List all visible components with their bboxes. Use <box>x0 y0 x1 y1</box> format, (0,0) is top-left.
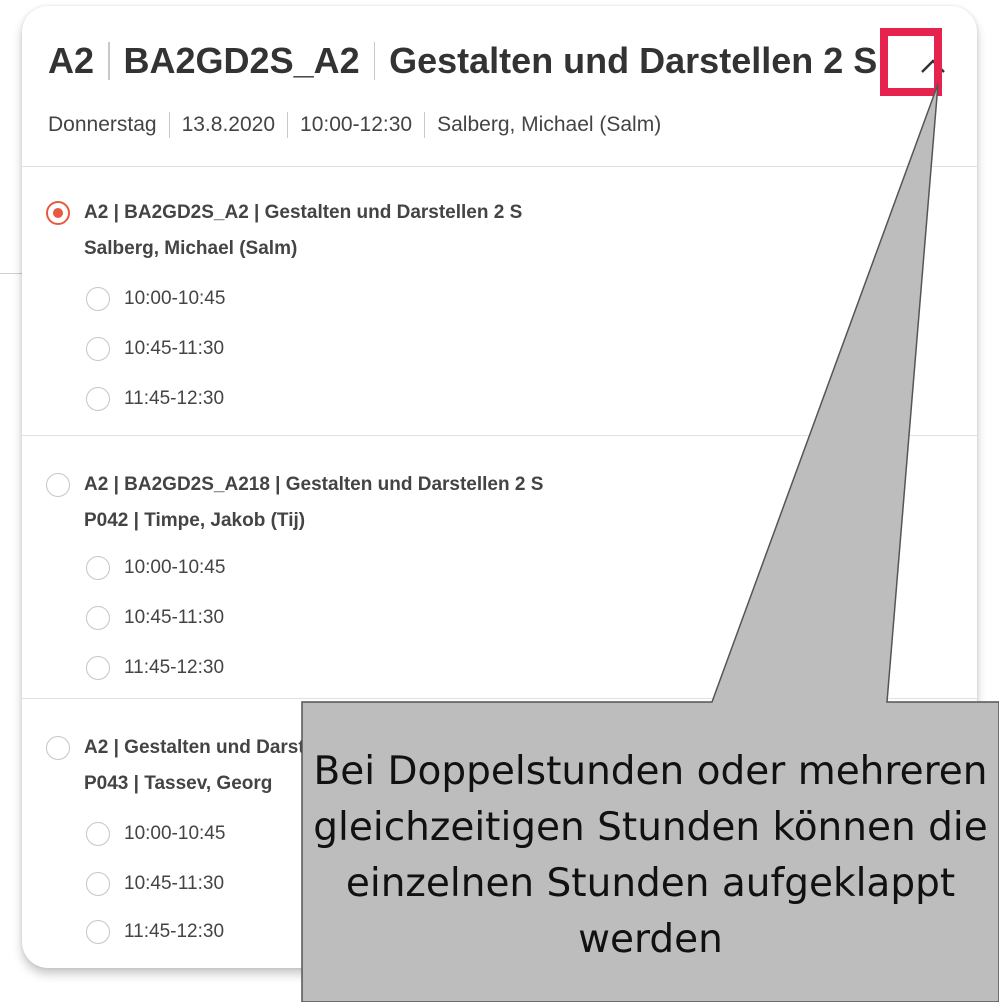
callout-text: Bei Doppelstunden oder mehreren gleichze… <box>313 749 988 962</box>
